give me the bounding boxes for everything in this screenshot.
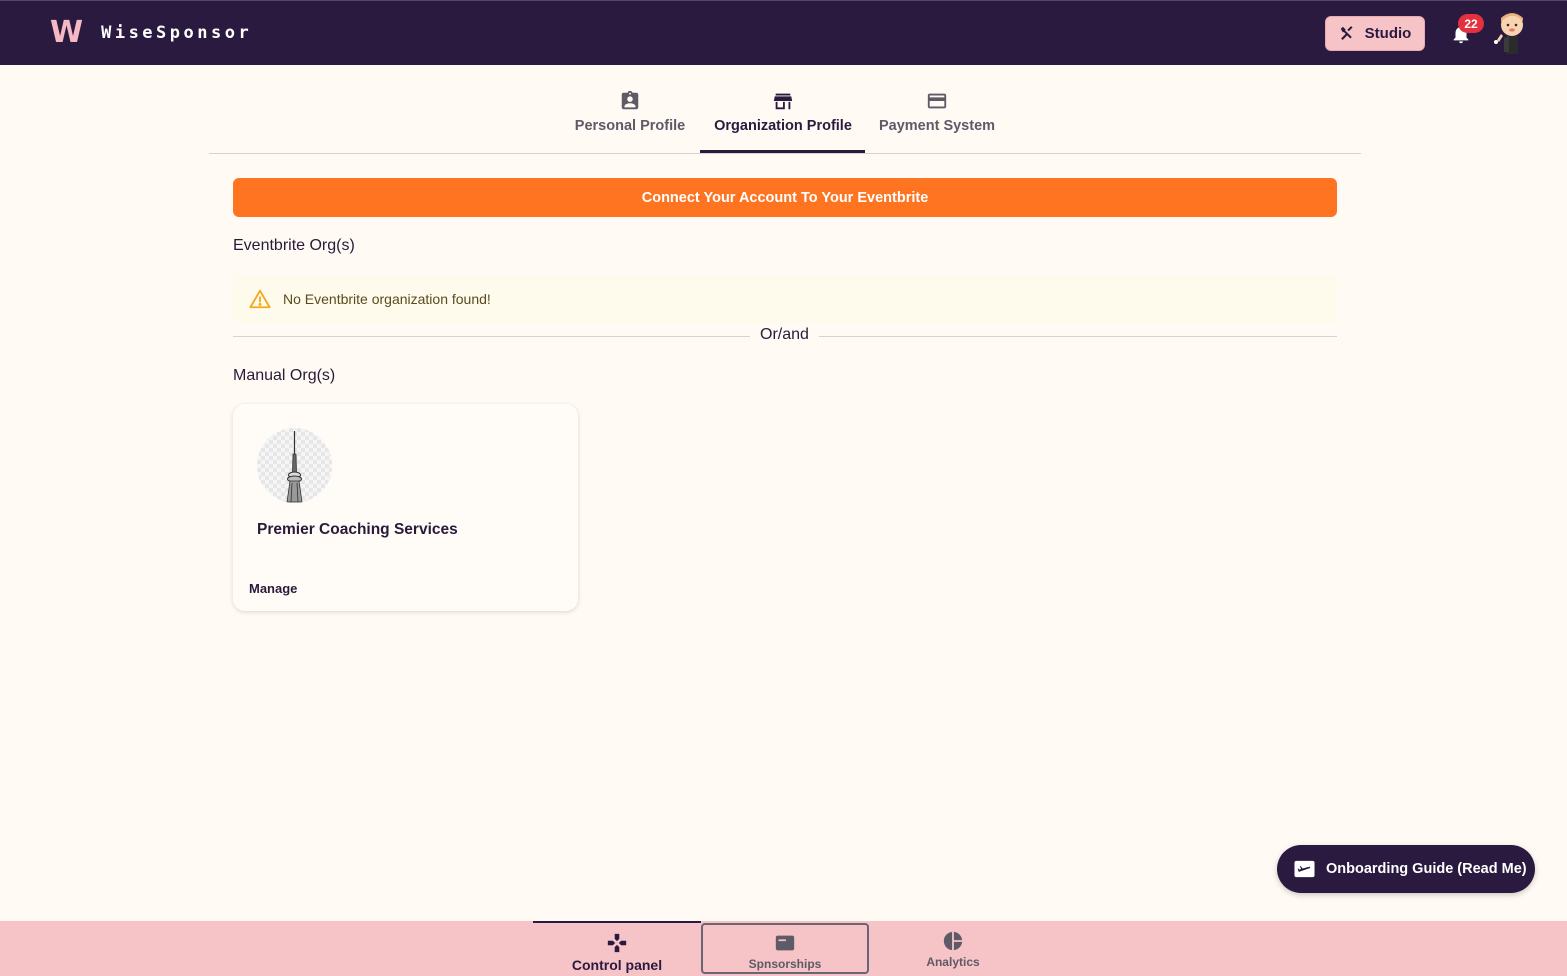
notification-badge: 22 (1458, 14, 1484, 33)
onboarding-guide-button[interactable]: Onboarding Guide (Read Me) (1277, 845, 1535, 893)
credit-card-icon (927, 93, 947, 109)
app-logo[interactable]: W WiseSponsor (50, 18, 252, 48)
logo-mark: W (50, 15, 84, 50)
manual-orgs-heading: Manual Org(s) (233, 367, 336, 384)
connect-eventbrite-button[interactable]: Connect Your Account To Your Eventbrite (233, 178, 1337, 217)
no-org-alert: No Eventbrite organization found! (233, 275, 1337, 323)
app-name: WiseSponsor (101, 23, 253, 43)
org-card[interactable]: Premier Coaching Services Manage (233, 404, 578, 611)
studio-button[interactable]: Studio (1325, 16, 1425, 51)
org-logo (257, 428, 332, 503)
onboarding-label: Onboarding Guide (Read Me) (1326, 861, 1527, 877)
warning-icon (249, 289, 271, 309)
tab-label: Personal Profile (574, 118, 686, 134)
nav-label: Spnsorships (748, 957, 822, 971)
tab-organization-profile[interactable]: Organization Profile (714, 90, 852, 153)
top-app-bar: W WiseSponsor Studio 22 (0, 0, 1567, 65)
bottom-navigation: Control panel Spnsorships Analytics (0, 921, 1567, 976)
profile-tabs: Personal Profile Organization Profile Pa… (209, 65, 1361, 154)
tab-label: Organization Profile (714, 118, 852, 134)
nav-control-panel[interactable]: Control panel (533, 921, 701, 976)
tab-personal-profile[interactable]: Personal Profile (574, 90, 686, 153)
active-tab-indicator (700, 150, 865, 153)
divider-label: Or/and (760, 326, 809, 343)
tab-label: Payment System (878, 118, 996, 134)
manage-org-button[interactable]: Manage (249, 581, 297, 596)
divider-left (233, 336, 750, 337)
nav-analytics[interactable]: Analytics (869, 921, 1037, 976)
storefront-icon (773, 93, 793, 110)
nav-label: Analytics (926, 955, 980, 969)
studio-label: Studio (1364, 25, 1412, 42)
eventbrite-orgs-heading: Eventbrite Org(s) (233, 237, 355, 254)
user-avatar[interactable] (1491, 12, 1531, 54)
card-icon (775, 935, 795, 951)
nav-label: Control panel (571, 957, 663, 973)
gamepad-icon (607, 933, 627, 953)
tab-payment-system[interactable]: Payment System (878, 90, 996, 153)
org-name: Premier Coaching Services (257, 521, 458, 538)
tools-icon (1340, 26, 1353, 40)
pie-chart-icon (943, 931, 963, 951)
id-badge-icon (621, 90, 639, 110)
nav-sponsorships[interactable]: Spnsorships (701, 923, 869, 974)
flight-ticket-icon (1294, 860, 1315, 878)
divider-right (819, 336, 1337, 337)
alert-message: No Eventbrite organization found! (283, 291, 491, 307)
